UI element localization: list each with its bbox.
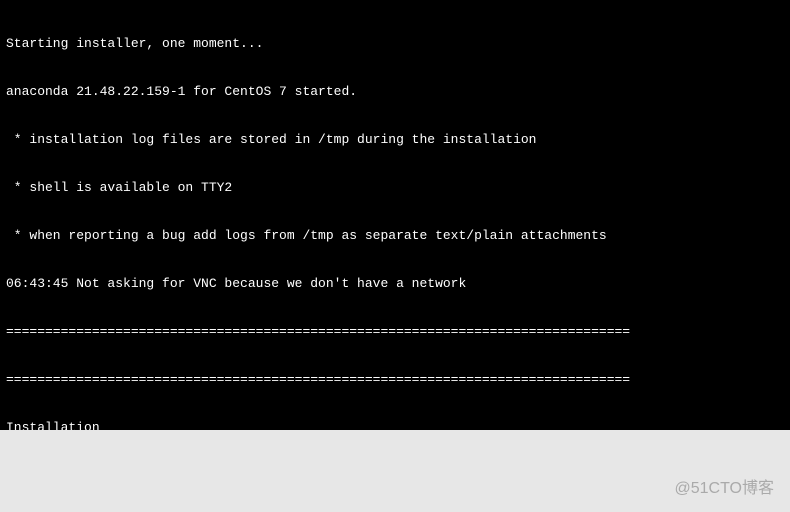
watermark: @51CTO博客	[674, 474, 774, 498]
header-line: 06:43:45 Not asking for VNC because we d…	[6, 276, 784, 292]
hr: ========================================…	[6, 324, 784, 340]
terminal-screen[interactable]: Starting installer, one moment... anacon…	[0, 0, 790, 430]
hr: ========================================…	[6, 372, 784, 388]
header-line: * shell is available on TTY2	[6, 180, 784, 196]
header-line: * when reporting a bug add logs from /tm…	[6, 228, 784, 244]
header-line: anaconda 21.48.22.159-1 for CentOS 7 sta…	[6, 84, 784, 100]
section-title: Installation	[6, 420, 784, 430]
header-line: * installation log files are stored in /…	[6, 132, 784, 148]
header-line: Starting installer, one moment...	[6, 36, 784, 52]
